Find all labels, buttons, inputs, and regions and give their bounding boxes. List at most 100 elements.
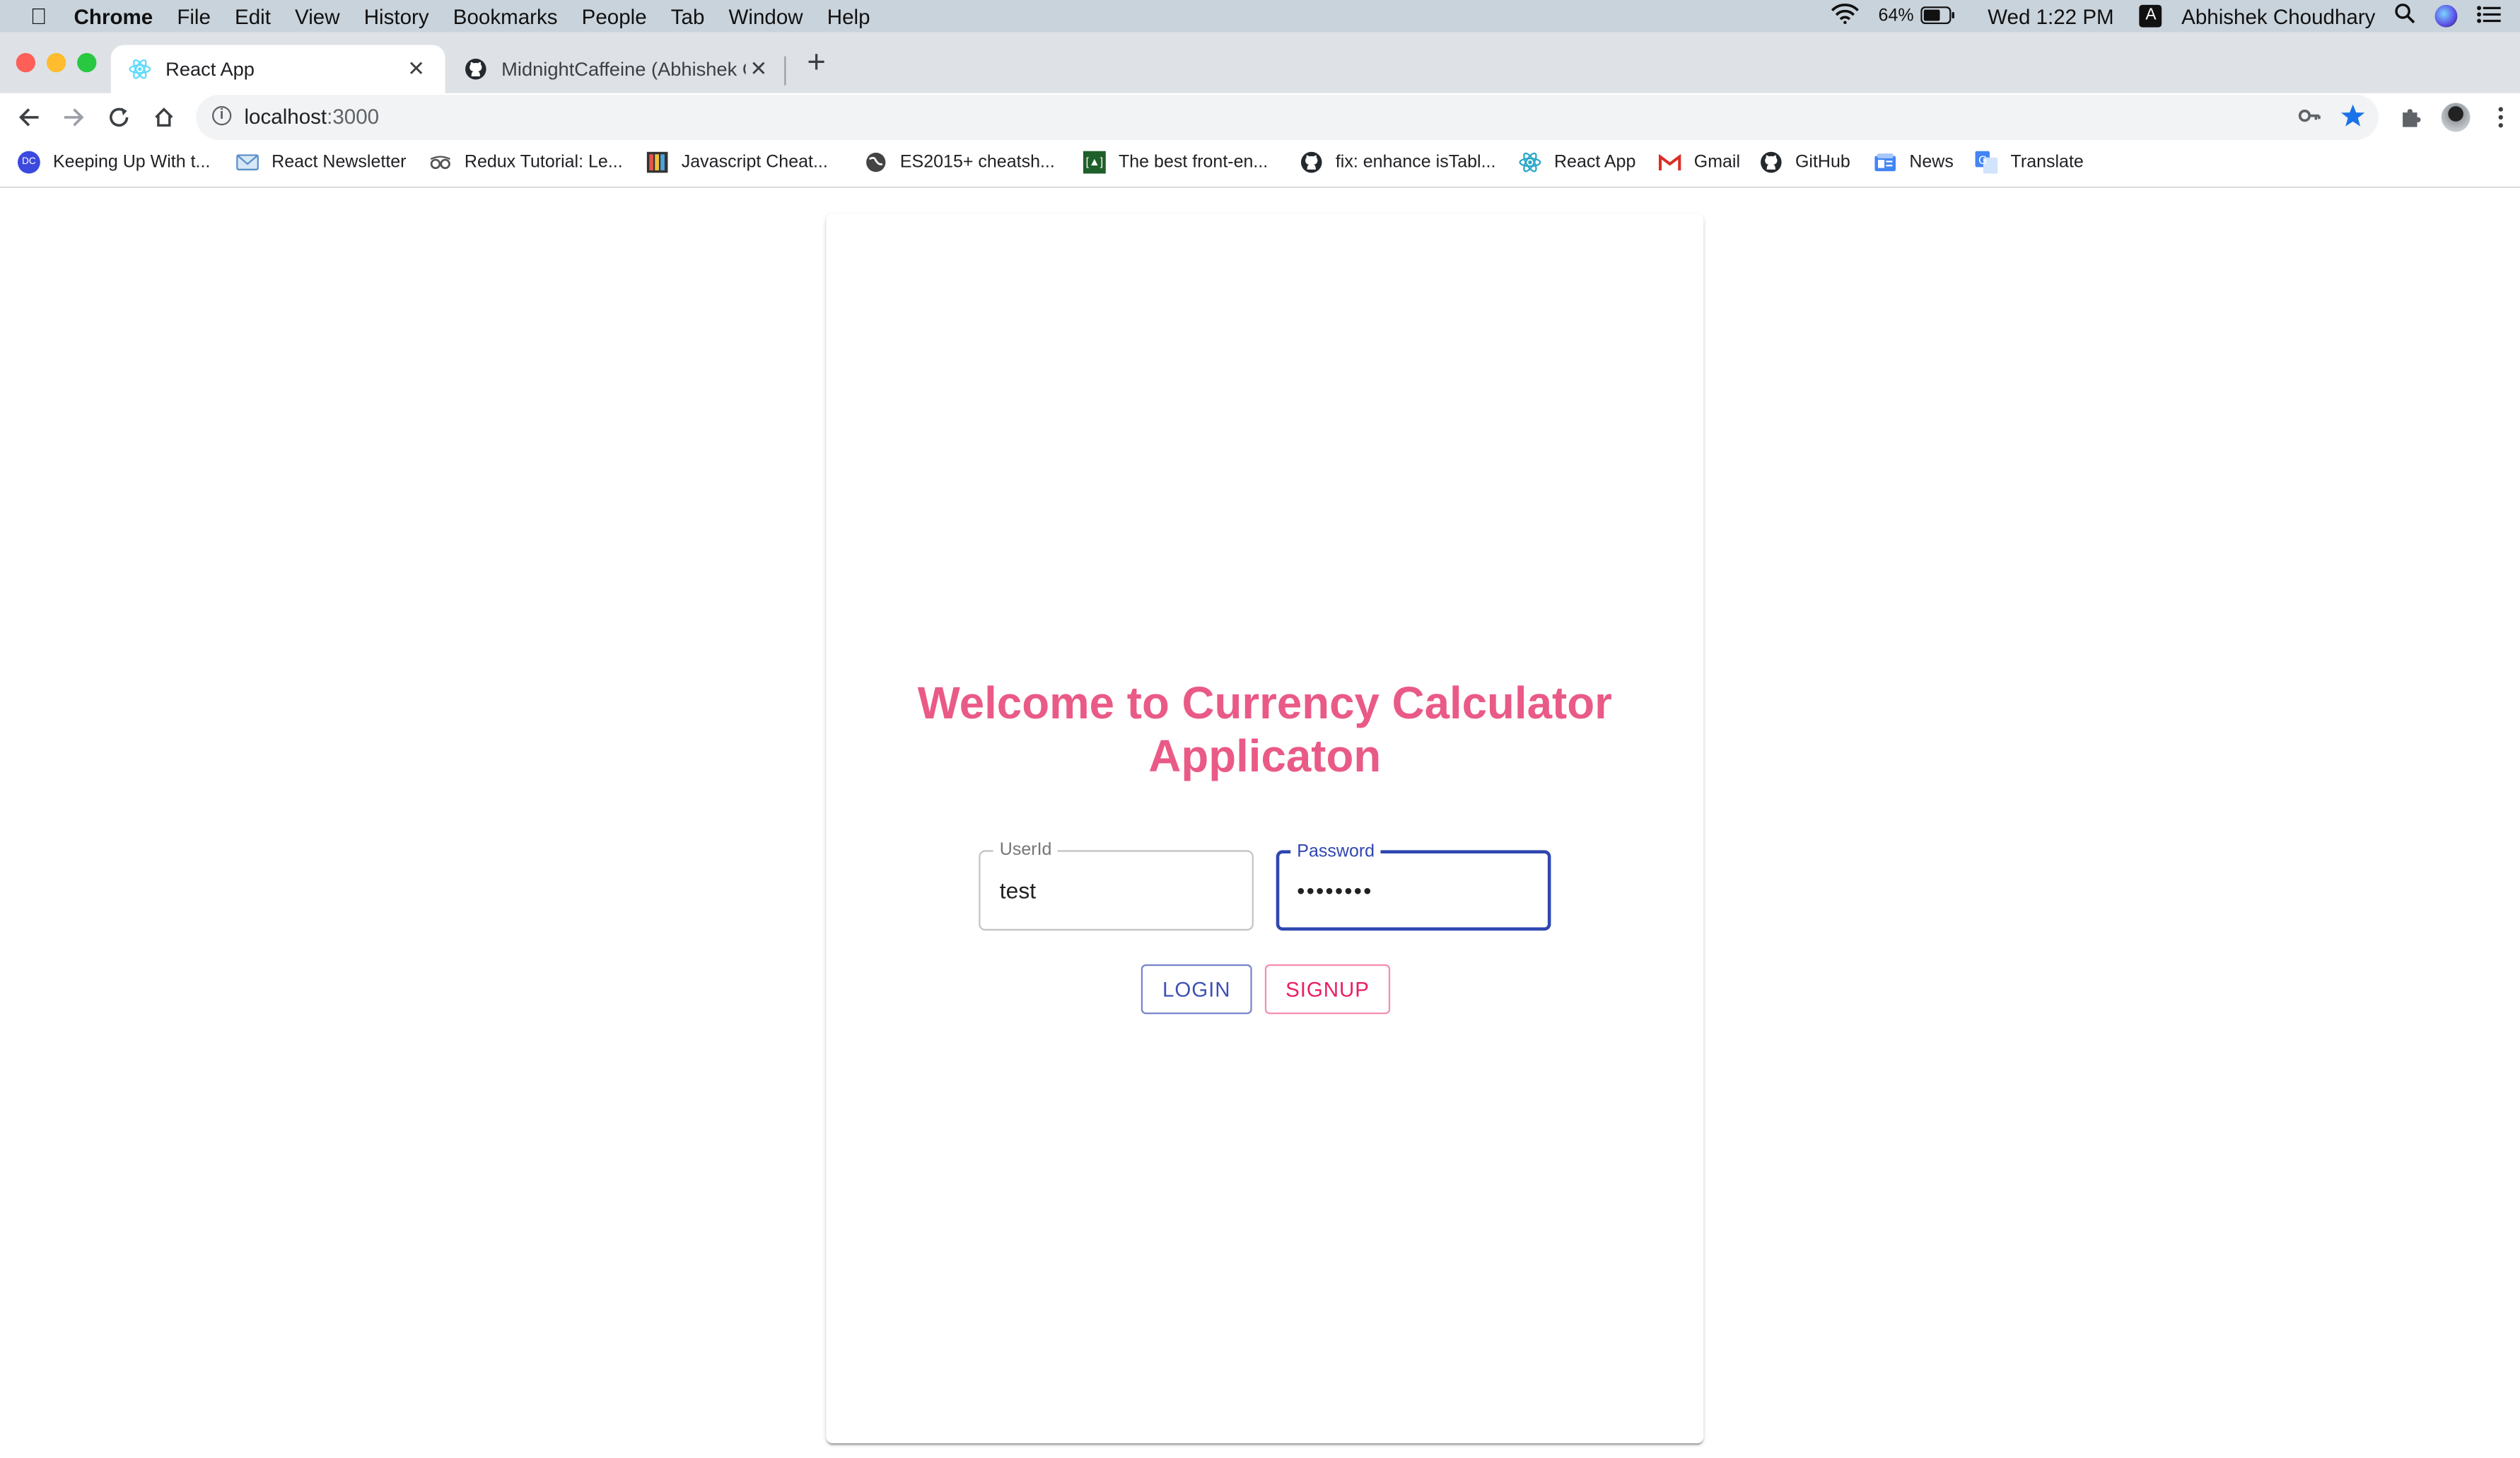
bookmark-translate[interactable]: G Translate [1975,151,2084,174]
window-close-button[interactable] [16,53,36,73]
tab-title: MidnightCaffeine (Abhishek Ch [501,57,746,81]
news-icon [1874,151,1896,174]
extensions-puzzle-icon[interactable] [2395,101,2427,133]
menu-view[interactable]: View [295,4,340,28]
input-source-letter: A [2145,6,2157,25]
userid-value[interactable]: test [1000,877,1036,903]
menu-window[interactable]: Window [729,4,803,28]
bookmark-javascript-cheat[interactable]: Javascript Cheat... [646,151,828,174]
bookmark-react-newsletter[interactable]: React Newsletter [236,151,407,174]
menu-help[interactable]: Help [827,4,870,28]
menu-people[interactable]: People [582,4,647,28]
site-info-icon[interactable]: i [212,106,232,126]
bookmark-es2015-cheatsheet[interactable]: ES2015+ cheatsh... [865,151,1055,174]
battery-percent: 64% [1878,6,1914,26]
login-button[interactable]: LOGIN [1141,964,1252,1015]
welcome-heading: Welcome to Currency Calculator Applicato… [826,677,1703,783]
menu-bookmarks[interactable]: Bookmarks [453,4,558,28]
bookmarks-bar: DC Keeping Up With t... React Newsletter… [0,141,2520,188]
battery-indicator[interactable]: 64% [1879,4,1956,28]
bookmark-gmail[interactable]: Gmail [1658,151,1741,174]
profile-avatar[interactable] [2439,101,2471,133]
github-icon [1300,151,1323,174]
menu-extras: 64% Wed 1:22 PM A Abhishek Choudhary [1830,0,2520,32]
react-icon [127,57,153,82]
url-host: localhost [244,104,327,129]
password-field[interactable]: Password •••••••• [1276,840,1551,931]
avatar-icon [2441,103,2471,132]
password-value[interactable]: •••••••• [1297,877,1372,903]
bookmark-redux-tutorial[interactable]: Redux Tutorial: Le... [429,151,623,174]
bookmark-label: ES2015+ cheatsh... [899,152,1055,173]
address-bar[interactable]: i localhost:3000 [196,95,2379,140]
macos-menu-bar:  Chrome File Edit View History Bookmark… [0,0,2520,33]
browser-toolbar: i localhost:3000 [0,93,2520,142]
siri-icon[interactable] [2434,4,2458,28]
bookmark-label: Translate [2010,152,2084,173]
tab-close-icon[interactable]: ✕ [404,57,429,82]
tab-github-profile[interactable]: MidnightCaffeine (Abhishek Ch ✕ [447,45,788,93]
window-zoom-button[interactable] [77,53,97,73]
key-icon[interactable] [2298,105,2321,135]
tab-title: React App [165,57,255,81]
wifi-icon[interactable] [1830,4,1859,29]
bookmark-label: News [1909,152,1954,173]
bookmark-github[interactable]: GitHub [1760,151,1850,174]
menu-edit[interactable]: Edit [235,4,271,28]
signup-button[interactable]: SIGNUP [1264,964,1391,1015]
frontend-icon: [▲] [1083,151,1106,174]
bookmark-label: GitHub [1795,152,1850,173]
screen:  Chrome File Edit View History Bookmark… [0,0,2520,1458]
bookmark-best-frontend[interactable]: [▲] The best front-en... [1083,151,1268,174]
userid-label: UserId [993,839,1058,862]
menu-file[interactable]: File [177,4,211,28]
menu-tab[interactable]: Tab [671,4,705,28]
url-text: localhost:3000 [244,105,379,129]
react-newsletter-icon [236,151,259,174]
reload-icon[interactable] [103,101,134,133]
books-icon [646,151,669,174]
welcome-heading-line1: Welcome to Currency Calculator [917,678,1612,728]
tab-separator [784,56,786,86]
dev-community-icon: DC [18,151,40,174]
bookmark-news[interactable]: News [1874,151,1954,174]
user-name[interactable]: Abhishek Choudhary [2181,4,2375,28]
window-minimize-button[interactable] [46,53,66,73]
github-icon [463,57,489,82]
chrome-menu-kebab-icon[interactable] [2485,101,2516,133]
welcome-heading-line2: Applicaton [1148,731,1382,781]
bookmark-label: React Newsletter [272,152,407,173]
forward-arrow-icon[interactable] [58,101,90,133]
bookmark-label: Keeping Up With t... [53,152,211,173]
tab-react-app[interactable]: React App ✕ [110,45,445,93]
notification-center-icon[interactable] [2477,4,2501,28]
password-label: Password [1290,840,1382,863]
back-arrow-icon[interactable] [13,101,45,133]
tab-strip: React App ✕ MidnightCaffeine (Abhishek C… [0,32,2520,93]
clock[interactable]: Wed 1:22 PM [1988,4,2114,28]
spotlight-search-icon[interactable] [2395,4,2416,29]
home-icon[interactable] [148,101,180,133]
bookmark-label: Redux Tutorial: Le... [464,152,623,173]
bookmark-label: The best front-en... [1119,152,1268,173]
new-tab-plus-icon[interactable]: + [800,47,832,78]
battery-icon [1920,4,1956,28]
github-icon [1760,151,1783,174]
tab-close-icon[interactable]: ✕ [746,57,771,82]
bookmark-label: React App [1553,152,1636,173]
bookmark-label: Gmail [1693,152,1741,173]
userid-field[interactable]: UserId test [979,839,1254,931]
bookmark-label: Javascript Cheat... [681,152,828,173]
bookmark-fix-enhance[interactable]: fix: enhance isTabl... [1300,151,1495,174]
globe-icon [865,151,887,174]
menu-app-chrome[interactable]: Chrome [74,4,153,28]
apple-logo-icon[interactable]:  [25,4,51,29]
input-source-icon[interactable]: A [2140,4,2162,28]
bookmark-star-icon[interactable] [2340,103,2365,136]
translate-icon: G [1975,151,1998,174]
login-card: Welcome to Currency Calculator Applicato… [826,214,1704,1444]
url-port: :3000 [327,104,380,129]
menu-history[interactable]: History [364,4,429,28]
bookmark-keeping-up[interactable]: DC Keeping Up With t... [18,151,210,174]
bookmark-react-app[interactable]: React App [1519,151,1635,174]
